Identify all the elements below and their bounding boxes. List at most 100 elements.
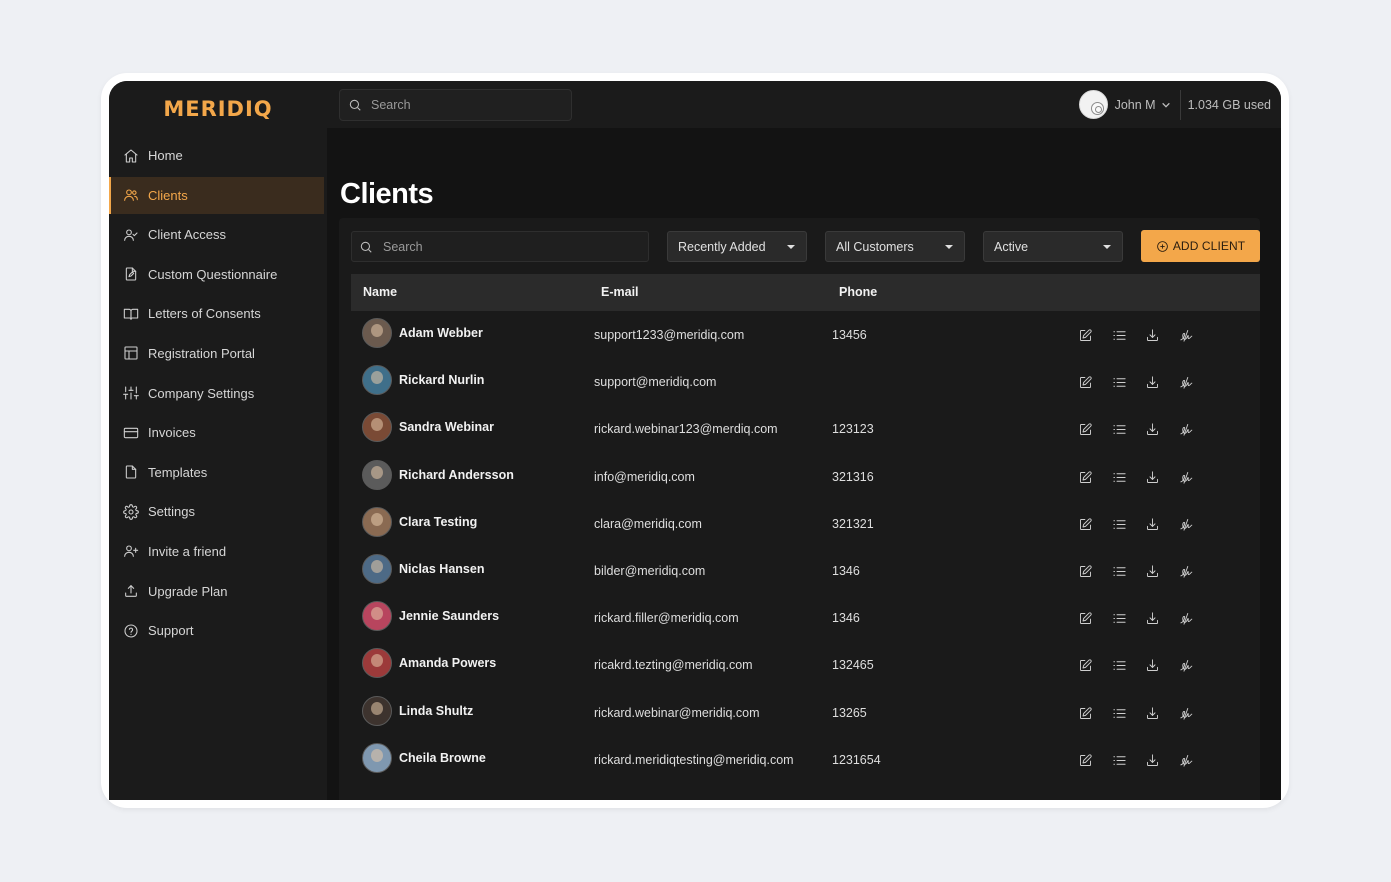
list-icon[interactable] [1112, 658, 1127, 673]
table-row[interactable]: Clara Testing clara@meridiq.com 321321 [351, 500, 1260, 547]
download-icon[interactable] [1145, 470, 1160, 485]
edit-icon[interactable] [1078, 470, 1093, 485]
sidebar-item-client-access[interactable]: Client Access [109, 216, 327, 253]
sidebar-item-custom-questionnaire[interactable]: Custom Questionnaire [109, 256, 327, 293]
client-name[interactable]: Sandra Webinar [399, 420, 494, 434]
edit-icon[interactable] [1078, 422, 1093, 437]
sidebar-item-clients[interactable]: Clients [109, 176, 324, 214]
sidebar-item-company-settings[interactable]: Company Settings [109, 375, 327, 412]
list-icon[interactable] [1112, 422, 1127, 437]
edit-icon[interactable] [1078, 517, 1093, 532]
edit-icon[interactable] [1078, 564, 1093, 579]
column-header-phone[interactable]: Phone [839, 285, 877, 299]
client-phone: 13265 [832, 705, 867, 720]
signature-icon[interactable] [1179, 328, 1194, 343]
client-name[interactable]: Richard Andersson [399, 468, 514, 482]
client-email: clara@meridiq.com [594, 516, 702, 531]
sort-select[interactable]: Recently Added [667, 231, 807, 262]
list-icon[interactable] [1112, 753, 1127, 768]
table-row[interactable]: Sandra Webinar rickard.webinar123@merdiq.… [351, 405, 1260, 452]
sidebar-item-invite-a-friend[interactable]: Invite a friend [109, 533, 327, 570]
signature-icon[interactable] [1179, 564, 1194, 579]
client-name[interactable]: Amanda Powers [399, 656, 496, 670]
download-icon[interactable] [1145, 517, 1160, 532]
edit-icon[interactable] [1078, 706, 1093, 721]
customers-select[interactable]: All Customers [825, 231, 965, 262]
client-email: info@meridiq.com [594, 469, 695, 484]
column-header-name[interactable]: Name [363, 285, 397, 299]
client-name[interactable]: Cheila Browne [399, 751, 486, 765]
sidebar-item-upgrade-plan[interactable]: Upgrade Plan [109, 573, 327, 610]
caret-down-icon [1103, 245, 1111, 249]
sidebar-item-invoices[interactable]: Invoices [109, 414, 327, 451]
list-icon[interactable] [1112, 611, 1127, 626]
edit-icon[interactable] [1078, 328, 1093, 343]
sidebar-item-label: Upgrade Plan [148, 583, 228, 599]
client-name[interactable]: Jennie Saunders [399, 609, 499, 623]
client-name[interactable]: Niclas Hansen [399, 562, 484, 576]
signature-icon[interactable] [1179, 611, 1194, 626]
list-icon[interactable] [1112, 564, 1127, 579]
sidebar-item-registration-portal[interactable]: Registration Portal [109, 335, 327, 372]
download-icon[interactable] [1145, 422, 1160, 437]
client-name[interactable]: Adam Webber [399, 326, 483, 340]
list-icon[interactable] [1112, 706, 1127, 721]
table-row[interactable]: Niclas Hansen bilder@meridiq.com 1346 [351, 547, 1260, 594]
download-icon[interactable] [1145, 611, 1160, 626]
list-icon[interactable] [1112, 328, 1127, 343]
signature-icon[interactable] [1179, 517, 1194, 532]
edit-icon[interactable] [1078, 753, 1093, 768]
edit-icon[interactable] [1078, 611, 1093, 626]
table-row[interactable]: Linda Shultz rickard.webinar@meridiq.com 1… [351, 689, 1260, 736]
download-icon[interactable] [1145, 375, 1160, 390]
upload-icon [123, 583, 139, 599]
table-row[interactable]: Adam Webber support1233@meridiq.com 13456 [351, 311, 1260, 358]
client-search-input[interactable]: Search [351, 231, 649, 262]
global-search-input[interactable]: Search [339, 88, 572, 121]
sidebar-item-home[interactable]: Home [109, 137, 327, 174]
table-row[interactable]: Jennie Saunders rickard.filler@meridiq.co… [351, 594, 1260, 641]
client-name[interactable]: Rickard Nurlin [399, 373, 484, 387]
edit-icon[interactable] [1078, 375, 1093, 390]
client-email: support@meridiq.com [594, 375, 717, 390]
row-actions [1078, 706, 1212, 721]
download-icon[interactable] [1145, 706, 1160, 721]
client-phone: 132465 [832, 658, 874, 673]
signature-icon[interactable] [1179, 422, 1194, 437]
table-row[interactable]: Cheila Browne rickard.meridiqtesting@meri… [351, 736, 1260, 783]
signature-icon[interactable] [1179, 658, 1194, 673]
client-name[interactable]: Linda Shultz [399, 704, 473, 718]
sidebar-item-settings[interactable]: Settings [109, 493, 327, 530]
client-phone: 321321 [832, 516, 874, 531]
signature-icon[interactable] [1179, 375, 1194, 390]
table-row[interactable]: Amanda Powers ricakrd.tezting@meridiq.com… [351, 641, 1260, 688]
sidebar-item-label: Invoices [148, 425, 196, 441]
signature-icon[interactable] [1179, 753, 1194, 768]
user-name[interactable]: John M [1115, 98, 1156, 112]
list-icon[interactable] [1112, 517, 1127, 532]
user-avatar[interactable] [1078, 90, 1108, 119]
client-name[interactable]: Clara Testing [399, 515, 477, 529]
download-icon[interactable] [1145, 658, 1160, 673]
signature-icon[interactable] [1179, 470, 1194, 485]
chevron-down-icon[interactable] [1161, 100, 1171, 110]
download-icon[interactable] [1145, 753, 1160, 768]
edit-icon[interactable] [1078, 658, 1093, 673]
caret-down-icon [945, 245, 953, 249]
sidebar-item-templates[interactable]: Templates [109, 454, 327, 491]
download-icon[interactable] [1145, 564, 1160, 579]
row-actions [1078, 470, 1212, 485]
column-header-email[interactable]: E-mail [601, 285, 639, 299]
add-client-button[interactable]: ADD CLIENT [1141, 230, 1260, 262]
table-row[interactable]: Rickard Nurlin support@meridiq.com [351, 358, 1260, 405]
client-email: bilder@meridiq.com [594, 563, 706, 578]
signature-icon[interactable] [1179, 706, 1194, 721]
sidebar-item-letters-of-consents[interactable]: Letters of Consents [109, 295, 327, 332]
client-avatar [362, 412, 392, 443]
download-icon[interactable] [1145, 328, 1160, 343]
status-select[interactable]: Active [983, 231, 1123, 262]
list-icon[interactable] [1112, 375, 1127, 390]
list-icon[interactable] [1112, 470, 1127, 485]
table-row[interactable]: Richard Andersson info@meridiq.com 321316 [351, 453, 1260, 500]
sidebar-item-support[interactable]: Support [109, 612, 327, 649]
